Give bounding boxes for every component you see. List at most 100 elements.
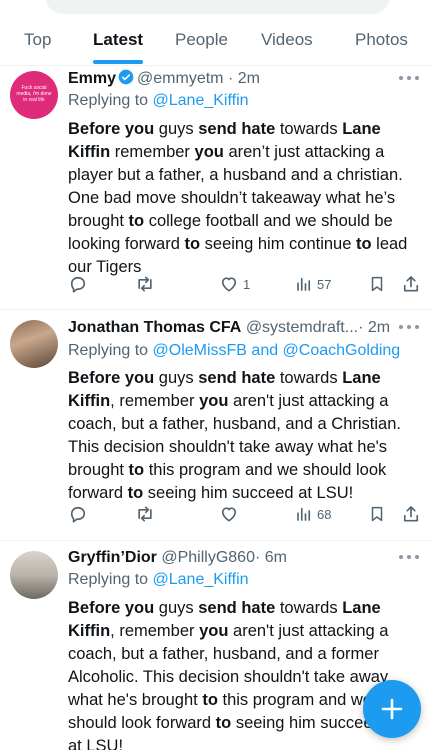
reply-button[interactable] <box>68 503 88 525</box>
reply-icon <box>70 506 86 523</box>
highlighted-keyword: you <box>199 622 229 640</box>
tweet-text-segment: , remember <box>110 392 200 410</box>
highlighted-keyword: you <box>199 392 229 410</box>
heart-icon <box>221 277 237 292</box>
tweet-time: · 6m <box>254 549 287 566</box>
reply-mention[interactable]: @OleMissFB and @CoachGolding <box>153 342 401 359</box>
retweet-button[interactable] <box>134 273 156 295</box>
replying-to: Replying to @Lane_Kiffin <box>68 91 249 111</box>
tweet-time: · 2m <box>227 70 260 87</box>
heart-icon <box>221 507 237 522</box>
bookmark-button[interactable] <box>368 503 386 525</box>
views-button[interactable]: 57 <box>295 273 331 295</box>
more-icon[interactable] <box>399 73 421 83</box>
search-tabs: Top Latest People Videos Photos <box>0 24 433 66</box>
highlighted-keyword: send hate <box>198 120 276 138</box>
bookmark-icon <box>371 276 383 292</box>
highlighted-keyword: to <box>128 461 145 479</box>
like-button[interactable]: 1 <box>219 273 250 295</box>
views-icon <box>297 507 311 521</box>
reply-mention[interactable]: @Lane_Kiffin <box>153 571 249 588</box>
avatar[interactable] <box>10 551 58 599</box>
replying-to-label: Replying to <box>68 571 149 588</box>
retweet-button[interactable] <box>134 503 156 525</box>
share-button[interactable] <box>401 273 421 295</box>
verified-badge-icon <box>118 69 134 85</box>
reply-icon <box>70 276 86 293</box>
avatar[interactable]: Fuck social media, i'm done in real life <box>10 71 58 119</box>
tab-photos[interactable]: Photos <box>355 30 408 50</box>
views-button[interactable]: 68 <box>295 503 331 525</box>
bookmark-icon <box>371 506 383 522</box>
tweet-header: Jonathan Thomas CFA @systemdraft...· 2m <box>68 318 423 338</box>
replying-to: Replying to @Lane_Kiffin <box>68 570 249 590</box>
tweet-text-segment: towards <box>275 369 343 387</box>
highlighted-keyword: you <box>194 143 224 161</box>
highlighted-keyword: Before you <box>68 120 155 138</box>
like-button[interactable] <box>219 503 243 525</box>
reply-mention[interactable]: @Lane_Kiffin <box>153 92 249 109</box>
tweet-text-segment: guys <box>154 599 199 617</box>
tweet-text-segment: , remember <box>110 622 200 640</box>
view-count: 68 <box>317 506 332 522</box>
search-bar[interactable] <box>45 0 390 14</box>
highlighted-keyword: Before you <box>68 369 155 387</box>
highlighted-keyword: Before you <box>68 599 155 617</box>
highlighted-keyword: to <box>127 484 144 502</box>
more-icon[interactable] <box>399 552 421 562</box>
tab-top[interactable]: Top <box>24 30 51 50</box>
tweet-text: Before you guys send hate towards Lane K… <box>68 367 418 505</box>
avatar-caption: Fuck social media, i'm done in real life <box>16 85 52 103</box>
tweet-time: · 2m <box>358 319 391 336</box>
like-count: 1 <box>243 276 251 292</box>
tab-people[interactable]: People <box>175 30 228 50</box>
share-button[interactable] <box>401 503 421 525</box>
views-icon <box>297 277 311 291</box>
tweet-text-segment: seeing him continue <box>200 235 356 253</box>
author-name[interactable]: Gryffin’Dior <box>68 549 157 566</box>
tweet-header: Emmy @emmyetm · 2m <box>68 69 423 89</box>
share-icon <box>403 506 419 522</box>
tweet-header: Gryffin’Dior @PhillyG860· 6m <box>68 548 423 568</box>
tab-videos[interactable]: Videos <box>261 30 313 50</box>
highlighted-keyword: to <box>128 212 145 230</box>
avatar[interactable] <box>10 320 58 368</box>
share-icon <box>403 276 419 292</box>
author-handle[interactable]: @systemdraft... <box>246 319 358 336</box>
tweet-text-segment: seeing him succeed at LSU! <box>143 484 354 502</box>
plus-icon <box>381 698 403 720</box>
author-name[interactable]: Emmy <box>68 70 116 87</box>
tweet-actions: 68 <box>68 503 423 525</box>
author-handle[interactable]: @emmyetm <box>137 70 223 87</box>
tweet-actions: 1 57 <box>68 273 423 295</box>
highlighted-keyword: send hate <box>198 599 276 617</box>
tweet-text-segment: towards <box>275 120 343 138</box>
replying-to-label: Replying to <box>68 342 149 359</box>
more-icon[interactable] <box>399 322 421 332</box>
compose-button[interactable] <box>363 680 421 738</box>
author-name[interactable]: Jonathan Thomas CFA <box>68 319 241 336</box>
reply-button[interactable] <box>68 273 88 295</box>
view-count: 57 <box>317 276 332 292</box>
tweet[interactable]: Jonathan Thomas CFA @systemdraft...· 2m … <box>0 310 433 541</box>
highlighted-keyword: to <box>184 235 201 253</box>
tab-latest[interactable]: Latest <box>93 30 143 50</box>
retweet-icon <box>138 506 152 522</box>
tweet-text-segment: towards <box>275 599 343 617</box>
replying-to-label: Replying to <box>68 92 149 109</box>
tweet-text: Before you guys send hate towards Lane K… <box>68 597 398 750</box>
highlighted-keyword: to <box>202 691 218 709</box>
highlighted-keyword: send hate <box>198 369 276 387</box>
tweet-text-segment: guys <box>154 369 199 387</box>
highlighted-keyword: to <box>215 714 232 732</box>
tweet-text-segment: remember <box>110 143 195 161</box>
bookmark-button[interactable] <box>368 273 386 295</box>
retweet-icon <box>138 276 152 292</box>
replying-to: Replying to @OleMissFB and @CoachGolding <box>68 341 400 361</box>
tweet-text: Before you guys send hate towards Lane K… <box>68 118 418 279</box>
author-handle[interactable]: @PhillyG860 <box>161 549 255 566</box>
tweet[interactable]: Fuck social media, i'm done in real life… <box>0 67 433 310</box>
tab-active-indicator <box>93 60 143 64</box>
tweet-text-segment: guys <box>154 120 199 138</box>
highlighted-keyword: to <box>356 235 372 253</box>
